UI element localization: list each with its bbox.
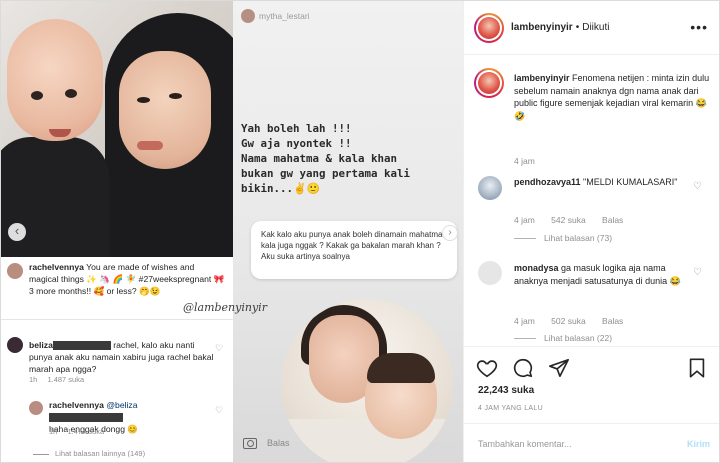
avatar[interactable] (7, 337, 23, 353)
comment-time: 1h (29, 375, 38, 384)
heart-icon[interactable]: ♡ (693, 181, 704, 192)
post-panel: lambenyinyir • Diikuti ••• lambenyinyir Fe… (463, 1, 719, 462)
post-actions: 22,243 suka 4 JAM YANG LALU Tambahkan ko… (464, 346, 719, 462)
view-more-replies[interactable]: Lihat balasan lainnya (149) (33, 449, 145, 458)
comment-time: 4 jam (514, 215, 535, 225)
heart-icon[interactable]: ♡ (693, 267, 704, 278)
comment-likes[interactable]: 502 suka (551, 316, 586, 326)
screenshot-frame: ‹ rachelvennya You are made of wishes an… (0, 0, 720, 463)
comment-mention[interactable]: @beliza (106, 400, 137, 410)
story-line: bikin...✌️🙂 (241, 182, 320, 195)
comment-username[interactable]: monadysa (514, 263, 559, 273)
caption-time: 4 jam (514, 156, 535, 166)
avatar[interactable] (241, 9, 255, 23)
post-username[interactable]: lambenyinyir (511, 22, 573, 33)
watermark-text: @lambenyinyir (183, 301, 267, 314)
caption-username[interactable]: lambenyinyir (514, 73, 570, 83)
post-header-user: lambenyinyir • Diikuti (511, 22, 609, 33)
photo-mother-eye (169, 93, 182, 99)
heart-icon[interactable]: ♡ (215, 405, 225, 415)
post-comment-button[interactable]: Kirim (687, 439, 710, 449)
separator: • (575, 22, 580, 33)
bookmark-icon[interactable] (686, 357, 708, 379)
heart-icon[interactable]: ♡ (215, 343, 225, 353)
divider (1, 319, 233, 320)
comment-text: pendhozavya11 "MELDI KUMALASARI" (514, 176, 690, 189)
more-options-icon[interactable]: ••• (690, 19, 708, 35)
heart-icon[interactable] (476, 357, 498, 379)
photo-mother-lips (137, 141, 163, 150)
comment-username[interactable]: beliza (29, 340, 53, 350)
story-username[interactable]: mytha_lestari (259, 11, 310, 21)
photo-baby-eye (31, 91, 43, 100)
post-caption: lambenyinyir Fenomena netijen : minta iz… (514, 72, 714, 122)
comment-body: "MELDI KUMALASARI" (583, 177, 678, 187)
avatar[interactable] (7, 263, 23, 279)
comments-area: lambenyinyir Fenomena netijen : minta iz… (464, 56, 719, 346)
story-reply-bar[interactable]: Balas (233, 425, 463, 461)
photo-mother-eye (137, 97, 150, 103)
camera-icon[interactable] (243, 437, 257, 449)
left-comments: rachelvennya You are made of wishes and … (1, 257, 233, 462)
mother-baby-photo: ‹ (1, 1, 233, 257)
story-line: Gw aja nyontek !! (241, 137, 352, 150)
comment-time: 4 jam (514, 316, 535, 326)
carousel-prev-icon[interactable]: ‹ (8, 223, 26, 241)
story-panel: mytha_lestari Yah boleh lah !!! Gw aja n… (233, 1, 463, 462)
view-replies-button[interactable]: Lihat balasan (22) (514, 333, 612, 343)
follow-status-button[interactable]: Diikuti (582, 22, 609, 33)
reply-label[interactable]: Balas (267, 438, 290, 448)
comment-meta: 4 jam 542 suka Balas (514, 215, 637, 225)
avatar[interactable] (474, 68, 504, 98)
story-text: Yah boleh lah !!! Gw aja nyontek !! Nama… (241, 121, 461, 196)
comment-text: monadysa ga masuk logika aja nama anakny… (514, 262, 690, 287)
photo-baby-eye (65, 89, 77, 98)
comment-likes[interactable]: 542 suka (551, 215, 586, 225)
comment-meta: 1h 1.474 suka (49, 427, 112, 436)
redacted-block (52, 341, 111, 351)
comment-icon[interactable] (512, 357, 534, 379)
chevron-right-icon[interactable]: › (442, 225, 458, 241)
redacted-block (49, 413, 123, 423)
avatar[interactable] (474, 13, 504, 43)
comment-text: rachelvennya You are made of wishes and … (29, 261, 225, 297)
story-user: mytha_lestari (241, 9, 310, 23)
comment-meta: 1h 1.487 suka (29, 375, 92, 384)
comment-text: beliza rachel, kalo aku nanti punya anak… (29, 339, 215, 375)
comment-likes[interactable]: 1.474 suka (67, 427, 104, 436)
question-sticker: Kak kalo aku punya anak boleh dinamain m… (251, 221, 458, 279)
photo-mother-face (119, 51, 211, 169)
comment-username[interactable]: rachelvennya (29, 262, 84, 272)
action-icons (476, 357, 584, 379)
posted-time: 4 JAM YANG LALU (478, 405, 543, 412)
view-replies-button[interactable]: Lihat balasan (73) (514, 233, 612, 243)
share-icon[interactable] (548, 357, 570, 379)
comment-username[interactable]: pendhozavya11 (514, 177, 581, 187)
story-line: Nama mahatma & kala khan (241, 152, 398, 165)
story-line: bukan gw yang pertama kali (241, 167, 411, 180)
comment-username[interactable]: rachelvennya (49, 400, 104, 410)
likes-count[interactable]: 22,243 suka (478, 385, 534, 396)
question-text: Kak kalo aku punya anak boleh dinamain m… (261, 230, 443, 261)
left-collage-panel: ‹ rachelvennya You are made of wishes an… (1, 1, 233, 462)
story-line: Yah boleh lah !!! (241, 122, 352, 135)
avatar[interactable] (478, 176, 502, 200)
avatar[interactable] (29, 401, 43, 415)
comment-input[interactable]: Tambahkan komentar... (478, 439, 572, 449)
avatar[interactable] (478, 261, 502, 285)
photo-baby-hair (367, 353, 435, 383)
comment-meta: 4 jam 502 suka Balas (514, 316, 637, 326)
photo-baby-head (7, 19, 103, 141)
reply-button[interactable]: Balas (602, 215, 623, 225)
post-header: lambenyinyir • Diikuti ••• (464, 1, 719, 55)
add-comment-bar: Tambahkan komentar... Kirim (464, 423, 719, 462)
comment-time: 1h (49, 427, 58, 436)
comment-likes[interactable]: 1.487 suka (47, 375, 84, 384)
reply-button[interactable]: Balas (602, 316, 623, 326)
